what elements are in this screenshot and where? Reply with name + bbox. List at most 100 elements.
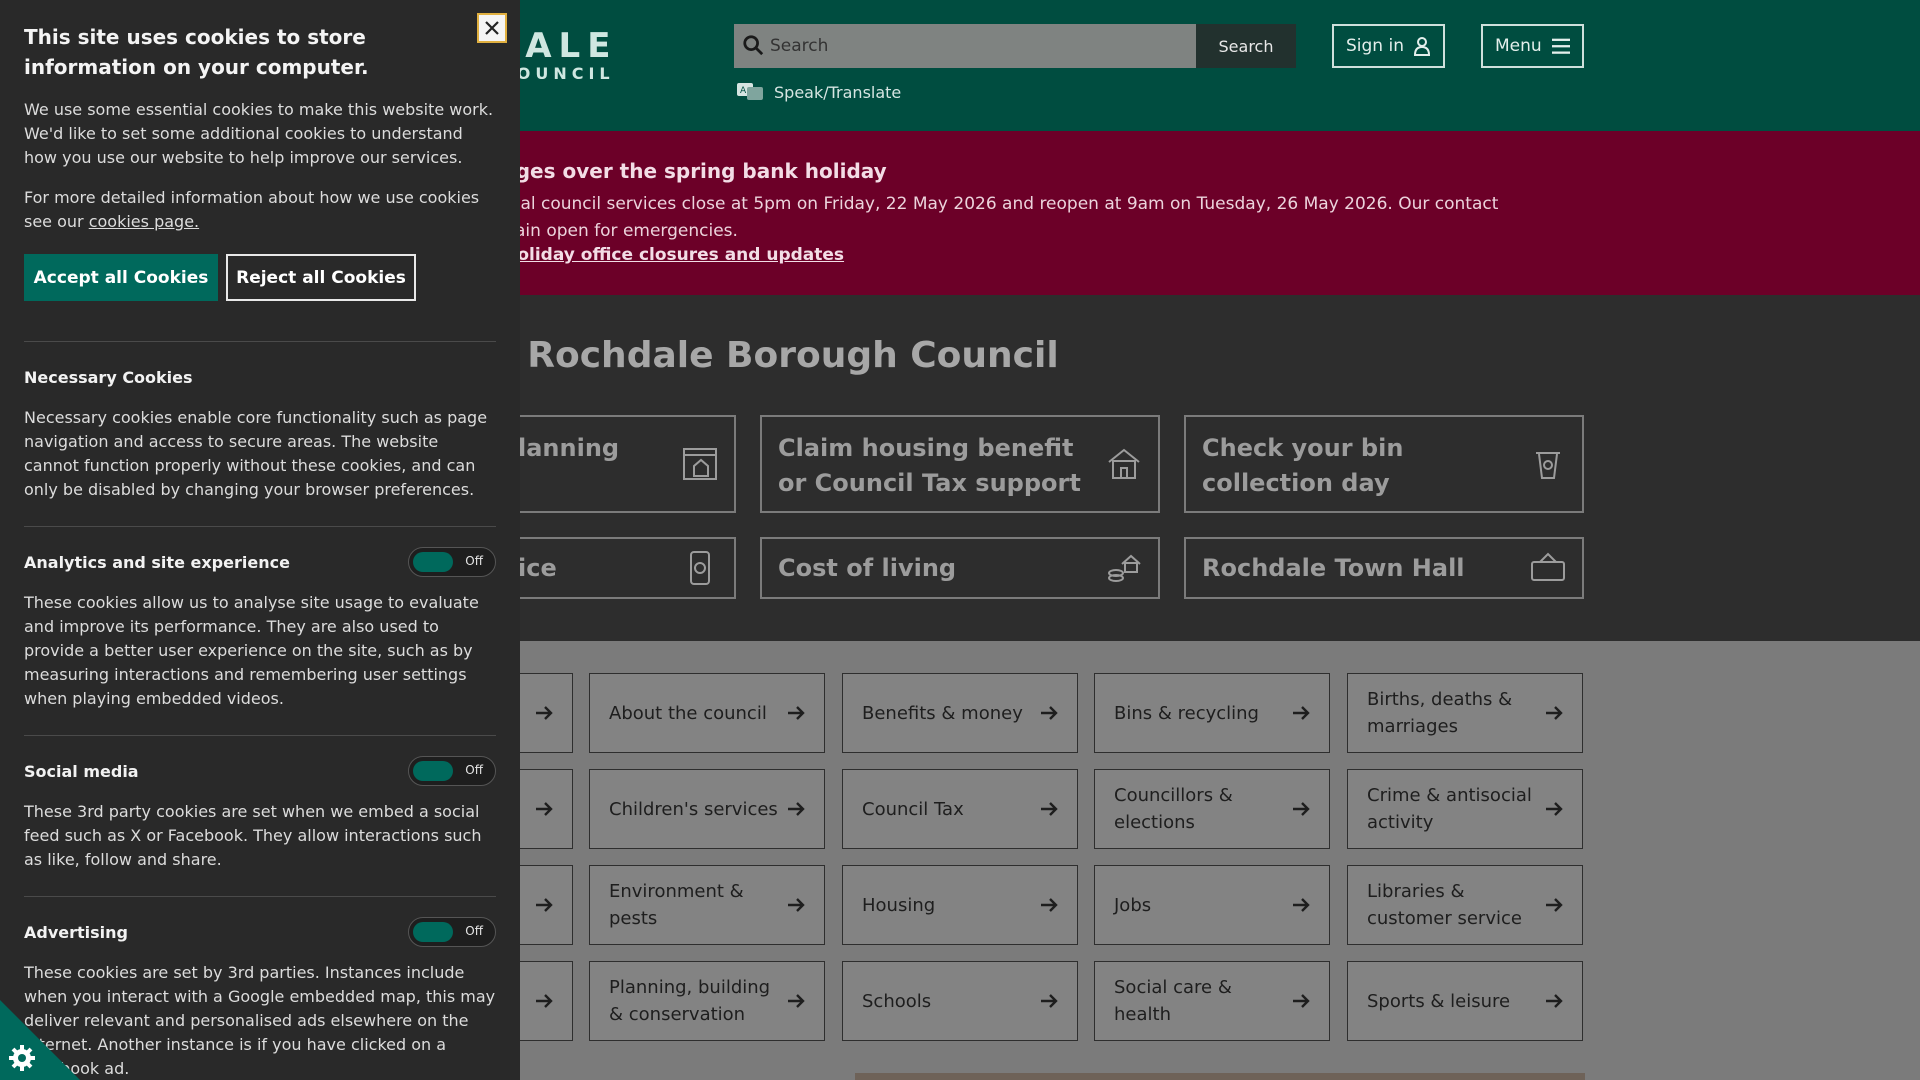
service-label: Sports & leisure [1367, 990, 1511, 1012]
top-task-label: Claim housing benefit or Council Tax sup… [778, 434, 1081, 497]
service-card-benefits[interactable]: Benefits & money [842, 673, 1078, 753]
service-card-crime[interactable]: Crime & antisocial activity [1347, 769, 1583, 849]
arrow-right-icon [1546, 706, 1563, 720]
arrow-right-icon [1546, 898, 1563, 912]
alert-body: ritical council services close at 5pm on… [488, 194, 1499, 241]
close-cookie-button[interactable] [477, 13, 507, 43]
service-card-jobs[interactable]: Jobs [1094, 865, 1330, 945]
service-card-schools[interactable]: Schools [842, 961, 1078, 1041]
arrow-right-icon [788, 706, 805, 720]
cookie-settings-gear-icon[interactable] [0, 1000, 80, 1080]
advertising-cookies-title: Advertising [24, 923, 128, 942]
hamburger-icon [1551, 38, 1570, 54]
top-task-label: ice [518, 553, 557, 582]
analytics-cookies-body: These cookies allow us to analyse site u… [24, 593, 479, 708]
top-task-town-hall[interactable]: Rochdale Town Hall [1184, 537, 1584, 599]
analytics-cookies-title: Analytics and site experience [24, 553, 290, 572]
top-task-cost-of-living[interactable]: Cost of living [760, 537, 1160, 599]
arrow-right-icon [1293, 802, 1310, 816]
toggle-state: Off [465, 554, 483, 568]
top-task-label: lanning [518, 434, 620, 462]
alert-link[interactable]: k holiday office closures and updates [488, 245, 844, 265]
service-card-bins[interactable]: Bins & recycling [1094, 673, 1330, 753]
service-label: Crime & antisocial activity [1367, 785, 1532, 833]
arrow-right-icon [1293, 994, 1310, 1008]
service-card-births-deaths[interactable]: Births, deaths & marriages [1347, 673, 1583, 753]
service-label: Council Tax [862, 798, 964, 820]
service-card-council-tax[interactable]: Council Tax [842, 769, 1078, 849]
toggle-state: Off [465, 763, 483, 777]
cookie-title: This site uses cookies to store informat… [24, 25, 369, 79]
phone-pound-icon [690, 551, 710, 585]
divider [24, 526, 496, 527]
search-button[interactable]: Search [1196, 24, 1296, 68]
service-label: Councillors & elections [1114, 785, 1233, 833]
service-label: Benefits & money [862, 702, 1023, 724]
divider [24, 341, 496, 342]
cookie-more-info: For more detailed information about how … [24, 186, 498, 234]
top-task-label: Cost of living [778, 553, 957, 582]
arrow-right-icon [788, 802, 805, 816]
planning-icon [683, 448, 717, 480]
hero-image-edge [855, 1073, 1585, 1080]
arrow-right-icon [536, 706, 553, 720]
reject-all-cookies-button[interactable]: Reject all Cookies [226, 254, 416, 301]
arrow-right-icon [1546, 994, 1563, 1008]
toggle-state: Off [465, 924, 483, 938]
service-label: Planning, building & conservation [609, 977, 771, 1025]
alert-title: anges over the spring bank holiday [488, 159, 887, 183]
arrow-right-icon [536, 898, 553, 912]
arrow-right-icon [1293, 898, 1310, 912]
house-icon [1108, 448, 1140, 479]
analytics-toggle[interactable]: Off [408, 547, 496, 577]
service-card-about-council[interactable]: About the council [589, 673, 825, 753]
search-icon [743, 35, 764, 56]
top-task-bin-collection[interactable]: Check your bin collection day [1184, 415, 1584, 513]
speak-translate-link[interactable]: A Speak/Translate [736, 82, 901, 102]
page-title: o Rochdale Borough Council [490, 335, 1059, 376]
coins-house-icon [1108, 554, 1141, 582]
service-card-housing[interactable]: Housing [842, 865, 1078, 945]
speak-translate-label: Speak/Translate [774, 82, 902, 102]
bin-icon [1536, 452, 1560, 479]
advertising-toggle[interactable]: Off [408, 917, 496, 947]
top-task-housing-benefit[interactable]: Claim housing benefit or Council Tax sup… [760, 415, 1160, 513]
sign-in-button[interactable]: Sign in [1332, 24, 1445, 68]
service-label: Housing [862, 894, 936, 916]
service-card-social-care[interactable]: Social care & health [1094, 961, 1330, 1041]
social-media-toggle[interactable]: Off [408, 756, 496, 786]
cookie-consent-panel: This site uses cookies to store informat… [0, 0, 520, 1080]
service-card-environment[interactable]: Environment & pests [589, 865, 825, 945]
cookies-page-link[interactable]: cookies page. [89, 212, 199, 231]
top-task-label: Rochdale Town Hall [1202, 553, 1465, 582]
service-label: Births, deaths & marriages [1367, 689, 1513, 737]
arrow-right-icon [536, 994, 553, 1008]
arrow-right-icon [1041, 994, 1058, 1008]
arrow-right-icon [1293, 706, 1310, 720]
service-label: Libraries & customer service [1367, 881, 1522, 929]
arrow-right-icon [1041, 898, 1058, 912]
service-card-councillors[interactable]: Councillors & elections [1094, 769, 1330, 849]
service-card-sports[interactable]: Sports & leisure [1347, 961, 1583, 1041]
necessary-cookies-body: Necessary cookies enable core functional… [24, 408, 488, 499]
user-icon [1413, 37, 1430, 56]
sign-in-label: Sign in [1346, 36, 1404, 56]
service-card-planning[interactable]: Planning, building & conservation [589, 961, 825, 1041]
close-icon [485, 21, 499, 35]
accept-all-cookies-button[interactable]: Accept all Cookies [24, 254, 218, 301]
search-input[interactable] [734, 24, 1196, 68]
service-label: Environment & pests [609, 881, 744, 929]
service-card-childrens[interactable]: Children's services [589, 769, 825, 849]
service-card-libraries[interactable]: Libraries & customer service [1347, 865, 1583, 945]
menu-button[interactable]: Menu [1481, 24, 1584, 68]
service-label: Social care & health [1114, 977, 1232, 1025]
social-cookies-title: Social media [24, 762, 139, 781]
service-label: Bins & recycling [1114, 702, 1259, 724]
open-sign-icon [1531, 552, 1565, 581]
social-cookies-body: These 3rd party cookies are set when we … [24, 802, 482, 869]
arrow-right-icon [788, 898, 805, 912]
toggle-knob [413, 761, 453, 781]
service-label: About the council [609, 702, 767, 724]
arrow-right-icon [1546, 802, 1563, 816]
advertising-cookies-body: These cookies are set by 3rd parties. In… [24, 963, 496, 1078]
